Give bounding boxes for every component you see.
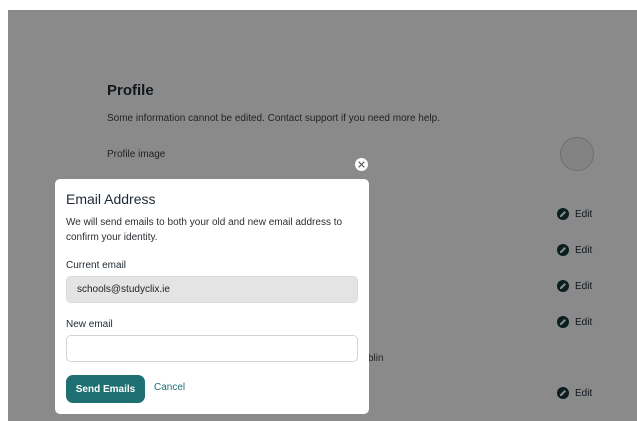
- current-email-field: schools@studyclix.ie: [66, 276, 358, 303]
- profile-page: Profile Some information cannot be edite…: [8, 10, 637, 421]
- modal-title: Email Address: [66, 191, 156, 207]
- current-email-label: Current email: [66, 260, 127, 271]
- modal-description: We will send emails to both your old and…: [66, 217, 343, 243]
- close-icon: [358, 161, 365, 168]
- new-email-field[interactable]: [66, 335, 358, 362]
- new-email-label: New email: [66, 319, 113, 330]
- close-button[interactable]: [355, 158, 368, 171]
- send-emails-button[interactable]: Send Emails: [66, 375, 145, 403]
- cancel-button[interactable]: Cancel: [154, 382, 185, 393]
- email-address-modal: Email Address We will send emails to bot…: [55, 179, 369, 414]
